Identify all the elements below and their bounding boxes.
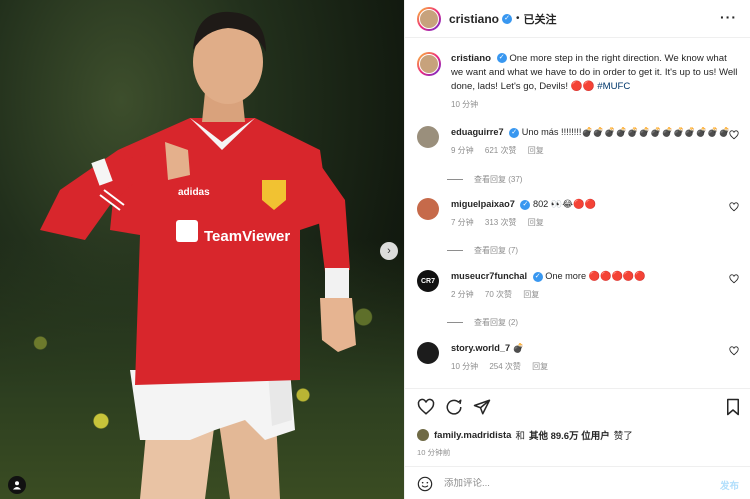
comment-text: Uno más !!!!!!!!💣💣💣💣💣💣💣💣💣💣💣💣💣 <box>521 127 731 137</box>
share-icon[interactable] <box>473 398 491 416</box>
comment-time: 7 分钟 <box>451 218 474 227</box>
bookmark-icon[interactable] <box>725 398 741 416</box>
separator-dot: • <box>516 13 520 24</box>
liker-username[interactable]: family.madridista <box>434 430 511 441</box>
verified-badge-icon: ✓ <box>509 127 520 138</box>
view-replies-label[interactable]: 查看回复 (2) <box>474 317 518 328</box>
view-replies-label[interactable]: 查看回复 (7) <box>474 245 518 256</box>
comment-time: 10 分钟 <box>451 362 479 371</box>
post-header: cristiano ✓ • 已关注 ··· <box>405 0 750 38</box>
likes-others[interactable]: 其他 89.6万 位用户 <box>529 428 610 442</box>
likes-summary: family.madridista 和 其他 89.6万 位用户 赞了 <box>417 428 633 442</box>
caption-avatar[interactable] <box>417 52 441 76</box>
comment-likes[interactable]: 70 次赞 <box>485 290 512 299</box>
comment-heart-icon[interactable] <box>729 346 739 356</box>
comment-text-line: story.world_7 💣 <box>451 342 557 354</box>
replies-divider <box>447 322 463 323</box>
commenter-username[interactable]: museucr7funchal <box>451 271 527 281</box>
likes-suffix: 赞了 <box>613 431 633 442</box>
player-illustration: TeamViewer adidas <box>40 11 356 499</box>
post-actions: family.madridista 和 其他 89.6万 位用户 赞了 10 分… <box>405 388 750 499</box>
smiley-icon[interactable] <box>417 476 433 492</box>
comment-likes[interactable]: 313 次赞 <box>485 218 517 227</box>
comment-text-line: eduaguirre7 ✓ Uno más !!!!!!!!💣💣💣💣💣💣💣💣💣💣… <box>451 126 730 138</box>
post-caption: cristiano ✓ One more step in the right d… <box>417 52 739 94</box>
commenter-avatar[interactable] <box>417 198 439 220</box>
comment-heart-icon[interactable] <box>729 274 739 284</box>
comment-meta: 7 分钟 313 次赞 回复 <box>451 217 596 228</box>
liker-avatar[interactable] <box>417 429 429 441</box>
comment-likes[interactable]: 621 次赞 <box>485 146 517 155</box>
comment-heart-icon[interactable] <box>729 202 739 212</box>
comment-item: CR7 museucr7funchal ✓ One more 🔴🔴🔴🔴🔴 2 分… <box>417 270 739 300</box>
author-username[interactable]: cristiano <box>449 12 499 26</box>
caption-text-block: cristiano ✓ One more step in the right d… <box>451 52 739 94</box>
comment-meta: 9 分钟 621 次赞 回复 <box>451 145 730 156</box>
comment-likes[interactable]: 254 次赞 <box>489 362 521 371</box>
view-replies-button[interactable]: 查看回复 (2) <box>447 317 518 328</box>
author-avatar[interactable] <box>417 6 441 31</box>
replies-divider <box>447 250 463 251</box>
post-photo: TeamViewer adidas › <box>0 0 404 499</box>
comment-text: 💣 <box>512 343 525 353</box>
caption-text: One more step in the right direction. We… <box>451 53 738 92</box>
comments-scroll-area[interactable]: cristiano ✓ One more step in the right d… <box>405 38 750 388</box>
chevron-right-icon: › <box>387 245 391 257</box>
view-replies-button[interactable]: 查看回复 (7) <box>447 245 518 256</box>
comment-icon[interactable] <box>445 398 463 416</box>
shirt-sponsor-text: TeamViewer <box>204 228 290 245</box>
comment-meta: 2 分钟 70 次赞 回复 <box>451 289 646 300</box>
post-side-panel: cristiano ✓ • 已关注 ··· cristiano ✓ One mo… <box>404 0 750 499</box>
commenter-username[interactable]: story.world_7 <box>451 343 510 353</box>
commenter-username[interactable]: eduaguirre7 <box>451 127 504 137</box>
comment-text: One more 🔴🔴🔴🔴🔴 <box>545 271 646 281</box>
comment-item: eduaguirre7 ✓ Uno más !!!!!!!!💣💣💣💣💣💣💣💣💣💣… <box>417 126 739 156</box>
action-icons-row <box>417 398 739 416</box>
reply-button[interactable]: 回复 <box>523 290 539 299</box>
comment-meta: 10 分钟 254 次赞 回复 <box>451 361 557 372</box>
comment-text-line: museucr7funchal ✓ One more 🔴🔴🔴🔴🔴 <box>451 270 646 282</box>
tagged-users-button[interactable] <box>8 476 26 494</box>
following-button[interactable]: 已关注 <box>524 11 557 27</box>
next-photo-button[interactable]: › <box>380 242 398 260</box>
view-replies-button[interactable]: 查看回复 (37) <box>447 174 522 185</box>
brand-text: adidas <box>178 187 210 198</box>
comment-text: 802 👀😂🔴🔴 <box>532 199 596 209</box>
heart-icon[interactable] <box>417 398 435 416</box>
comment-input[interactable] <box>444 478 694 489</box>
caption-time: 10 分钟 <box>451 100 479 109</box>
commenter-username[interactable]: miguelpaixao7 <box>451 199 515 209</box>
verified-badge-icon: ✓ <box>496 53 507 64</box>
add-comment-bar: 发布 <box>405 466 750 499</box>
commenter-avatar[interactable]: CR7 <box>417 270 439 292</box>
reply-button[interactable]: 回复 <box>532 362 548 371</box>
comment-time: 9 分钟 <box>451 146 474 155</box>
avatar-text: CR7 <box>420 277 435 285</box>
caption-hashtag[interactable]: #MUFC <box>597 81 630 92</box>
commenter-avatar[interactable] <box>417 126 439 148</box>
verified-badge-icon: ✓ <box>532 271 543 282</box>
comment-item: story.world_7 💣 10 分钟 254 次赞 回复 <box>417 342 739 372</box>
verified-badge-icon: ✓ <box>502 13 513 24</box>
comment-item: miguelpaixao7 ✓ 802 👀😂🔴🔴 7 分钟 313 次赞 回复 <box>417 198 739 228</box>
comment-heart-icon[interactable] <box>729 130 739 140</box>
reply-button[interactable]: 回复 <box>528 218 544 227</box>
likes-and: 和 <box>515 431 525 442</box>
post-comment-button[interactable]: 发布 <box>720 478 739 492</box>
comment-text-line: miguelpaixao7 ✓ 802 👀😂🔴🔴 <box>451 198 596 210</box>
instagram-post: TeamViewer adidas › cristiano ✓ • 已关注 ··… <box>0 0 750 499</box>
caption-username[interactable]: cristiano <box>451 53 491 64</box>
user-icon <box>13 481 21 490</box>
view-replies-label[interactable]: 查看回复 (37) <box>474 174 522 185</box>
verified-badge-icon: ✓ <box>520 199 531 210</box>
more-options-icon[interactable]: ··· <box>720 9 737 25</box>
reply-button[interactable]: 回复 <box>528 146 544 155</box>
post-time-ago: 10 分钟前 <box>417 448 451 457</box>
commenter-avatar[interactable] <box>417 342 439 364</box>
replies-divider <box>447 179 463 180</box>
comment-time: 2 分钟 <box>451 290 474 299</box>
